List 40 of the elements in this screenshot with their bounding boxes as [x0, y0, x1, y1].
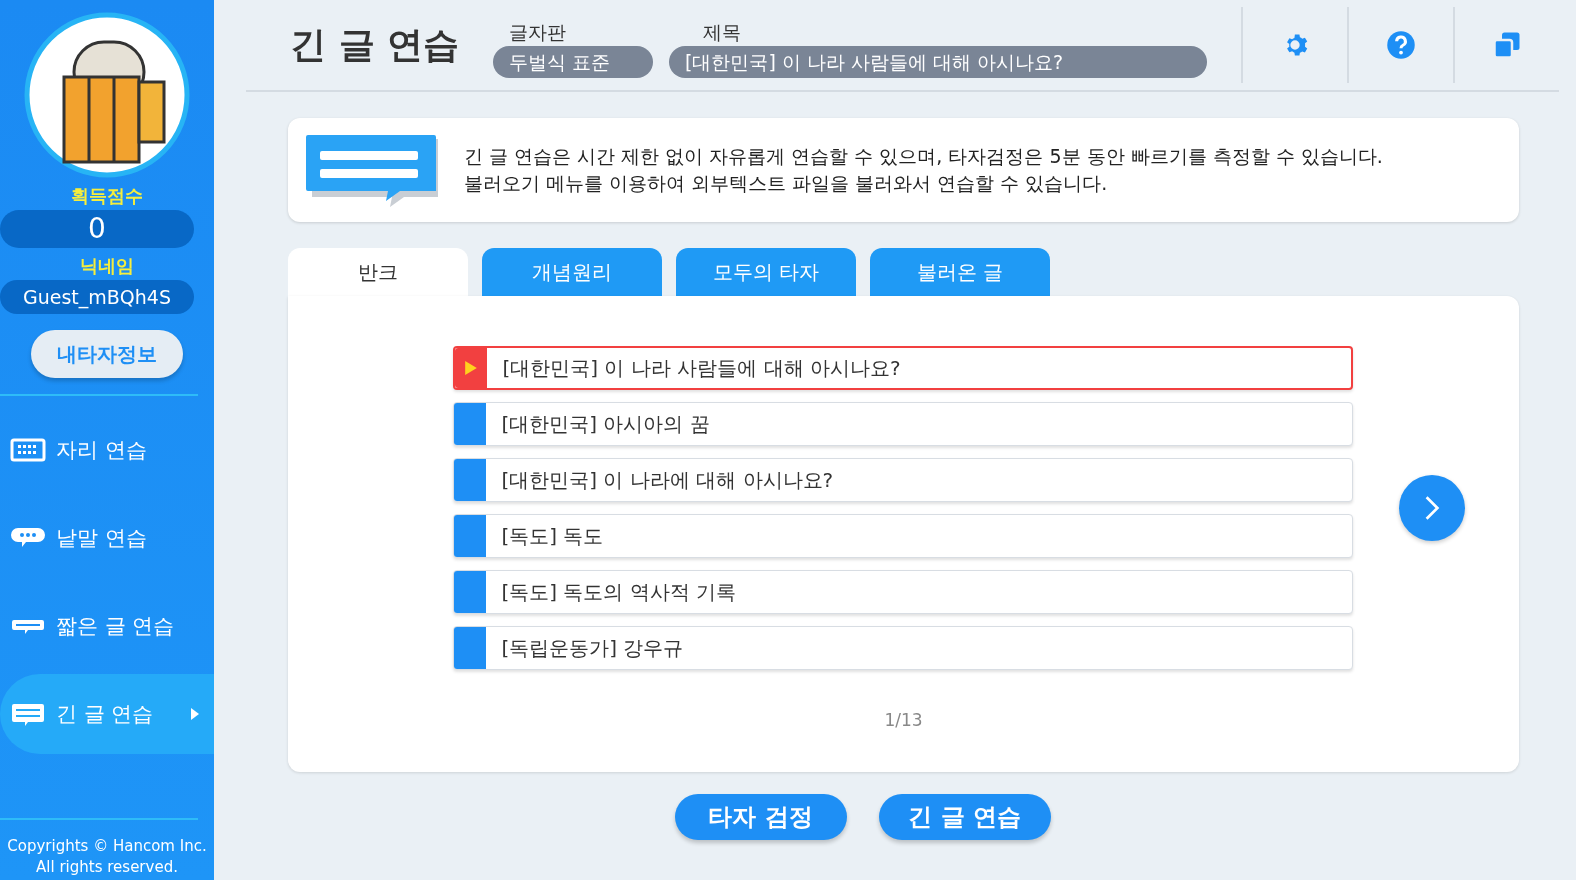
- subject-field[interactable]: [대한민국] 이 나라 사람들에 대해 아시나요?: [669, 46, 1208, 78]
- nickname-label: 닉네임: [80, 254, 134, 278]
- avatar-icon: [24, 12, 190, 178]
- keyboard-layout-field[interactable]: 두벌식 표준: [493, 46, 654, 78]
- page-indicator: 1/13: [884, 710, 923, 730]
- text-list-item[interactable]: [독립운동가] 강우규: [452, 626, 1353, 670]
- nickname-value: Guest_mBQh4S: [0, 280, 194, 314]
- action-button[interactable]: 긴 글 연습: [878, 794, 1051, 840]
- subject-label: 제목: [703, 20, 742, 45]
- info-text: 긴 글 연습은 시간 제한 없이 자유롭게 연습할 수 있으며, 타자검정은 5분 동안 빠르기를 측정할 수 있습니다.: [464, 144, 1383, 169]
- menu-item[interactable]: 긴 글 연습: [0, 674, 214, 754]
- windows-icon: [1492, 30, 1523, 60]
- menu-item[interactable]: 짧은 글 연습: [0, 586, 214, 666]
- profile-button[interactable]: 내타자정보: [31, 330, 183, 378]
- tab[interactable]: 불러온 글: [870, 248, 1050, 296]
- score-label: 획득점수: [71, 184, 143, 208]
- menu-item[interactable]: 낱말 연습: [0, 498, 214, 578]
- copyright-text: All rights reserved.: [36, 857, 178, 878]
- text-list-item[interactable]: [대한민국] 이 나라 사람들에 대해 아시나요?: [452, 346, 1353, 390]
- menu-item[interactable]: 자리 연습: [0, 410, 214, 490]
- tab[interactable]: 모두의 타자: [676, 248, 856, 296]
- next-page-button[interactable]: [1398, 475, 1465, 541]
- action-button[interactable]: 타자 검정: [674, 794, 847, 840]
- tab[interactable]: 반크: [288, 248, 468, 296]
- info-text: 불러오기 메뉴를 이용하여 외부텍스트 파일을 불러와서 연습할 수 있습니다.: [464, 171, 1109, 196]
- keyboard-label: 글자판: [509, 20, 567, 45]
- copyright-text: Copyrights © Hancom Inc.: [7, 836, 207, 857]
- help-icon: [1386, 30, 1417, 60]
- score-value: 0: [0, 210, 194, 248]
- page-title: 긴 글 연습: [290, 22, 460, 67]
- text-list-item[interactable]: [독도] 독도의 역사적 기록: [452, 570, 1353, 614]
- text-list-item[interactable]: [대한민국] 아시아의 꿈: [452, 402, 1353, 446]
- message-icon: [304, 133, 440, 207]
- comment-icon: [10, 702, 46, 726]
- play-icon: [464, 361, 477, 375]
- caret-icon: [190, 707, 200, 721]
- keyboard-icon: [10, 438, 46, 462]
- text-list-item[interactable]: [대한민국] 이 나라에 대해 아시나요?: [452, 458, 1353, 502]
- text-list-item[interactable]: [독도] 독도: [452, 514, 1353, 558]
- tab[interactable]: 개념원리: [482, 248, 662, 296]
